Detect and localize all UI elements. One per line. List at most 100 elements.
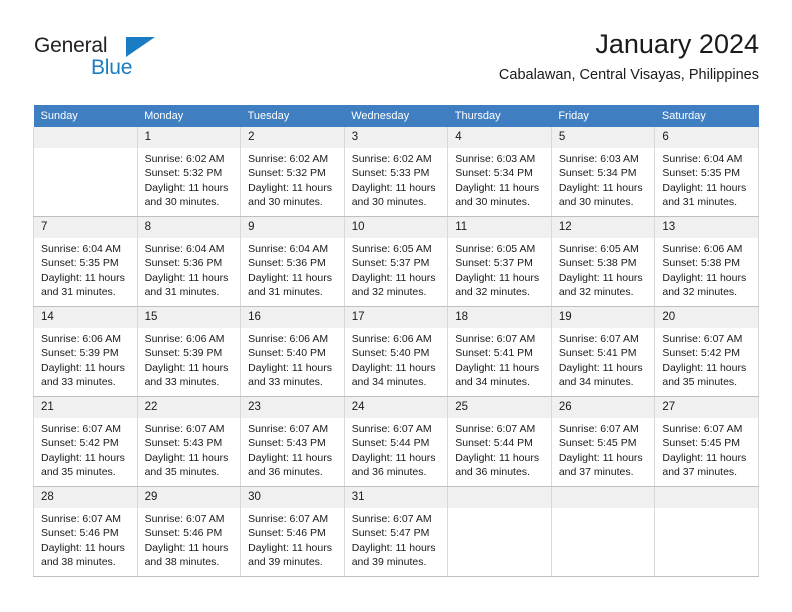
calendar-day-cell[interactable]: 30 Sunrise: 6:07 AM Sunset: 5:46 PM Dayligh… <box>240 486 345 577</box>
calendar-day-cell[interactable]: 21 Sunrise: 6:07 AM Sunset: 5:42 PM Dayligh… <box>33 396 138 487</box>
sunset-text: Sunset: 5:35 PM <box>41 257 119 270</box>
sunset-text: Sunset: 5:42 PM <box>662 347 741 360</box>
calendar-day-cell[interactable]: 1 Sunrise: 6:02 AM Sunset: 5:32 PM Daylight… <box>136 127 242 217</box>
sunrise-text: Sunrise: 6:07 AM <box>662 333 743 345</box>
calendar-day-cell[interactable]: 19 Sunrise: 6:07 AM Sunset: 5:41 PM Dayligh… <box>550 306 656 397</box>
calendar-day-cell[interactable]: 11 Sunrise: 6:05 AM Sunset: 5:37 PM Dayligh… <box>447 216 552 307</box>
weekday-header-tuesday: Tuesday <box>240 105 345 127</box>
sunrise-text: Sunrise: 6:03 AM <box>558 153 639 165</box>
sunset-text: Sunset: 5:44 PM <box>351 437 430 450</box>
day-number: 15 <box>137 307 241 328</box>
day-number: 21 <box>34 397 137 418</box>
sunrise-text: Sunrise: 6:07 AM <box>248 513 329 525</box>
day-number: 23 <box>241 397 344 418</box>
calendar-day-cell[interactable]: 29 Sunrise: 6:07 AM Sunset: 5:46 PM Dayligh… <box>136 486 242 577</box>
day-details: Sunrise: 6:06 AM Sunset: 5:40 PM Daylight:… <box>241 328 344 389</box>
calendar-day-cell[interactable]: 20 Sunrise: 6:07 AM Sunset: 5:42 PM Dayligh… <box>654 306 759 397</box>
title-block: January 2024 Cabalawan, Central Visayas,… <box>499 26 759 86</box>
calendar-day-cell[interactable]: 9 Sunrise: 6:04 AM Sunset: 5:36 PM Daylight… <box>240 216 345 307</box>
daylight-text: Daylight: 11 hours and 35 minutes. <box>144 451 229 478</box>
daylight-text: Daylight: 11 hours and 33 minutes. <box>144 361 229 388</box>
day-details: Sunrise: 6:07 AM Sunset: 5:44 PM Daylight:… <box>448 418 551 479</box>
calendar-day-cell[interactable]: 26 Sunrise: 6:07 AM Sunset: 5:45 PM Dayligh… <box>550 396 656 487</box>
calendar-day-cell[interactable]: 31 Sunrise: 6:07 AM Sunset: 5:47 PM Dayligh… <box>343 486 449 577</box>
sunset-text: Sunset: 5:33 PM <box>351 167 430 180</box>
sunrise-text: Sunrise: 6:07 AM <box>41 513 121 525</box>
sunset-text: Sunset: 5:46 PM <box>144 527 223 540</box>
calendar-day-cell[interactable]: 2 Sunrise: 6:02 AM Sunset: 5:32 PM Daylight… <box>240 127 345 217</box>
calendar-day-cell[interactable]: 17 Sunrise: 6:06 AM Sunset: 5:40 PM Dayligh… <box>343 306 449 397</box>
sunrise-text: Sunrise: 6:02 AM <box>248 153 329 165</box>
day-details: Sunrise: 6:07 AM Sunset: 5:42 PM Daylight:… <box>34 418 137 479</box>
calendar-day-cell[interactable]: 13 Sunrise: 6:06 AM Sunset: 5:38 PM Dayligh… <box>654 216 759 307</box>
sunset-text: Sunset: 5:37 PM <box>351 257 430 270</box>
daylight-text: Daylight: 11 hours and 33 minutes. <box>248 361 332 388</box>
day-details: Sunrise: 6:07 AM Sunset: 5:41 PM Daylight:… <box>552 328 655 389</box>
daylight-text: Daylight: 11 hours and 32 minutes. <box>662 271 747 298</box>
day-details: Sunrise: 6:07 AM Sunset: 5:46 PM Daylight:… <box>241 508 344 569</box>
calendar-day-cell[interactable]: 12 Sunrise: 6:05 AM Sunset: 5:38 PM Dayligh… <box>550 216 656 307</box>
day-number: 7 <box>34 217 137 238</box>
day-details: Sunrise: 6:05 AM Sunset: 5:37 PM Daylight:… <box>345 238 448 299</box>
day-details: Sunrise: 6:07 AM Sunset: 5:41 PM Daylight:… <box>448 328 551 389</box>
calendar-header-row: Sunday Monday Tuesday Wednesday Thursday… <box>33 105 759 127</box>
daylight-text: Daylight: 11 hours and 38 minutes. <box>144 541 229 568</box>
calendar-day-cell[interactable]: 23 Sunrise: 6:07 AM Sunset: 5:43 PM Dayligh… <box>240 396 345 487</box>
calendar-day-cell[interactable]: 27 Sunrise: 6:07 AM Sunset: 5:45 PM Dayligh… <box>654 396 759 487</box>
calendar-day-cell-empty <box>654 486 759 577</box>
weekday-header-friday: Friday <box>551 105 655 127</box>
sunset-text: Sunset: 5:39 PM <box>144 347 223 360</box>
calendar-day-cell[interactable]: 24 Sunrise: 6:07 AM Sunset: 5:44 PM Dayligh… <box>343 396 449 487</box>
calendar-day-cell[interactable]: 6 Sunrise: 6:04 AM Sunset: 5:35 PM Daylight… <box>654 127 759 217</box>
day-number: 12 <box>551 217 655 238</box>
weekday-header-saturday: Saturday <box>654 105 759 127</box>
daylight-text: Daylight: 11 hours and 38 minutes. <box>41 541 125 568</box>
day-details: Sunrise: 6:05 AM Sunset: 5:37 PM Daylight:… <box>448 238 551 299</box>
daylight-text: Daylight: 11 hours and 36 minutes. <box>351 451 436 478</box>
triangle-icon <box>126 37 155 57</box>
sunset-text: Sunset: 5:45 PM <box>558 437 637 450</box>
day-number: 27 <box>655 397 758 418</box>
calendar-day-cell[interactable]: 7 Sunrise: 6:04 AM Sunset: 5:35 PM Daylight… <box>33 216 138 307</box>
calendar-day-cell-empty <box>33 127 138 217</box>
daylight-text: Daylight: 11 hours and 32 minutes. <box>455 271 540 298</box>
day-number <box>655 487 758 508</box>
day-details: Sunrise: 6:06 AM Sunset: 5:38 PM Daylight:… <box>655 238 758 299</box>
day-number: 10 <box>344 217 448 238</box>
logo-text-blue: Blue <box>91 56 133 79</box>
calendar-day-cell[interactable]: 22 Sunrise: 6:07 AM Sunset: 5:43 PM Dayligh… <box>136 396 242 487</box>
sunset-text: Sunset: 5:47 PM <box>351 527 430 540</box>
sunrise-text: Sunrise: 6:07 AM <box>351 423 432 435</box>
calendar-day-cell[interactable]: 4 Sunrise: 6:03 AM Sunset: 5:34 PM Daylight… <box>447 127 552 217</box>
sunset-text: Sunset: 5:32 PM <box>144 167 223 180</box>
daylight-text: Daylight: 11 hours and 32 minutes. <box>351 271 436 298</box>
sunrise-text: Sunrise: 6:06 AM <box>41 333 121 345</box>
calendar-day-cell[interactable]: 16 Sunrise: 6:06 AM Sunset: 5:40 PM Dayligh… <box>240 306 345 397</box>
sunset-text: Sunset: 5:42 PM <box>41 437 119 450</box>
calendar-day-cell-empty <box>550 486 656 577</box>
day-number: 29 <box>137 487 241 508</box>
daylight-text: Daylight: 11 hours and 30 minutes. <box>351 181 436 208</box>
day-details: Sunrise: 6:04 AM Sunset: 5:36 PM Daylight:… <box>241 238 344 299</box>
calendar-day-cell[interactable]: 15 Sunrise: 6:06 AM Sunset: 5:39 PM Dayligh… <box>136 306 242 397</box>
calendar-day-cell[interactable]: 5 Sunrise: 6:03 AM Sunset: 5:34 PM Daylight… <box>550 127 656 217</box>
calendar-day-cell[interactable]: 18 Sunrise: 6:07 AM Sunset: 5:41 PM Dayligh… <box>447 306 552 397</box>
daylight-text: Daylight: 11 hours and 39 minutes. <box>248 541 332 568</box>
day-number: 26 <box>551 397 655 418</box>
day-details: Sunrise: 6:07 AM Sunset: 5:47 PM Daylight:… <box>345 508 448 569</box>
sunrise-text: Sunrise: 6:02 AM <box>144 153 225 165</box>
calendar-day-cell[interactable]: 10 Sunrise: 6:05 AM Sunset: 5:37 PM Dayligh… <box>343 216 449 307</box>
calendar-day-cell[interactable]: 3 Sunrise: 6:02 AM Sunset: 5:33 PM Daylight… <box>343 127 449 217</box>
calendar-day-cell[interactable]: 28 Sunrise: 6:07 AM Sunset: 5:46 PM Dayligh… <box>33 486 138 577</box>
calendar-day-cell[interactable]: 14 Sunrise: 6:06 AM Sunset: 5:39 PM Dayligh… <box>33 306 138 397</box>
daylight-text: Daylight: 11 hours and 34 minutes. <box>455 361 540 388</box>
calendar-day-cell[interactable]: 25 Sunrise: 6:07 AM Sunset: 5:44 PM Dayligh… <box>447 396 552 487</box>
day-number: 18 <box>448 307 551 328</box>
daylight-text: Daylight: 11 hours and 37 minutes. <box>558 451 643 478</box>
weekday-header-monday: Monday <box>137 105 241 127</box>
calendar-day-cell[interactable]: 8 Sunrise: 6:04 AM Sunset: 5:36 PM Daylight… <box>136 216 242 307</box>
day-details: Sunrise: 6:07 AM Sunset: 5:42 PM Daylight:… <box>655 328 758 389</box>
day-number: 22 <box>137 397 241 418</box>
general-blue-logo[interactable]: General Blue <box>33 34 203 90</box>
daylight-text: Daylight: 11 hours and 31 minutes. <box>662 181 747 208</box>
